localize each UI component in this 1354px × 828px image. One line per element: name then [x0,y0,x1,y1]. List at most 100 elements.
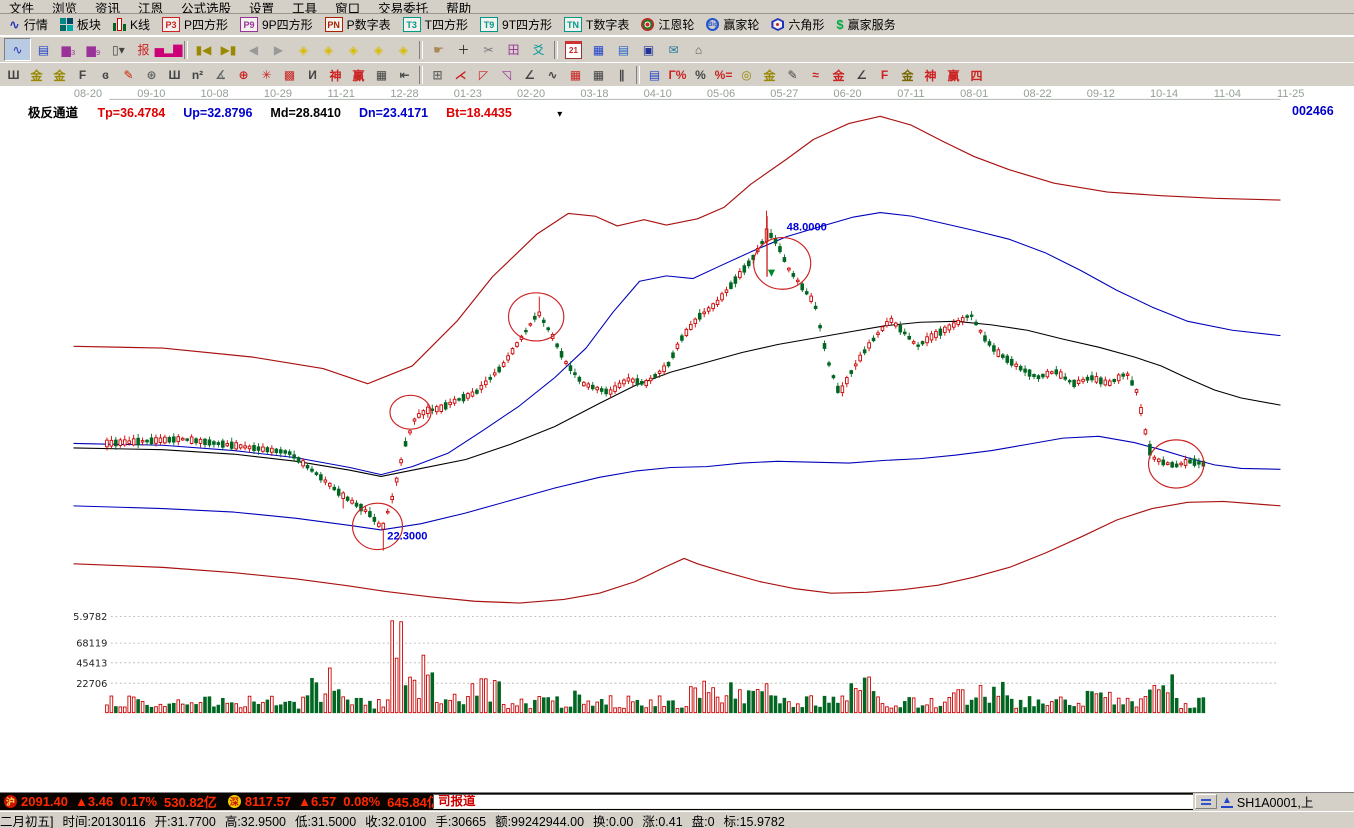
mail-button[interactable]: ✉ [661,39,686,60]
jump-swap-button[interactable]: ◈ [366,39,391,60]
percent-levels-button[interactable]: %= [712,65,735,85]
toolbar-button-winner-wheel[interactable]: Big赢家轮 [700,15,765,34]
fan-lines-button[interactable]: ⋌ [449,65,472,85]
parallel-lines-button[interactable]: ∥ [610,65,633,85]
volume-bar [725,696,728,713]
indicator-dropdown-icon[interactable]: ▾ [557,109,562,120]
toolbar-button-9t-square[interactable]: T99T四方形 [474,15,558,34]
gann-ruler-button[interactable]: Ш [2,65,25,85]
chart-panel[interactable]: 5.978268119454132270648.000022.3000 08-2… [0,86,1354,793]
cycle-circle-button[interactable]: ⊛ [140,65,163,85]
target-button[interactable]: ⊕ [232,65,255,85]
si-angle-button[interactable]: 四 [965,65,988,85]
toolbar-button-t-square[interactable]: T3T四方形 [397,15,474,34]
menu-item-1[interactable]: 浏览 [43,1,86,14]
gold-angle-button[interactable]: 金 [896,65,919,85]
first-page-button[interactable]: ▮◀ [191,39,216,60]
menu-item-6[interactable]: 工具 [283,1,326,14]
news-ticker[interactable]: 司报道 [433,794,1197,809]
web-button[interactable]: ✳ [255,65,278,85]
news-stamp-button[interactable]: 报 [131,39,156,60]
menu-item-9[interactable]: 帮助 [437,1,480,14]
hand-tool-button[interactable]: ☛ [426,39,451,60]
gold-circle-button[interactable]: ◎ [735,65,758,85]
stamp-tool-button[interactable]: 田 [501,39,526,60]
angle-lines-button[interactable]: ∠ [518,65,541,85]
prev-button[interactable]: ◀ [241,39,266,60]
index-selector-button[interactable] [1195,794,1217,809]
menu-item-5[interactable]: 设置 [240,1,283,14]
jump-all-button[interactable]: ◈ [391,39,416,60]
toolbar-button-p-number-table[interactable]: PNP数字表 [319,15,397,34]
wave-red-button[interactable]: ≈ [804,65,827,85]
shen-angle-button[interactable]: 神 [919,65,942,85]
grid-dark-button[interactable]: ▦ [587,65,610,85]
toolbar-button-gann-wheel[interactable]: 江恩轮 [635,15,700,34]
bars-9-button[interactable]: ▆₉ [81,39,106,60]
angle-j-button[interactable]: ∠ [850,65,873,85]
toolbar-button-t-number-table[interactable]: TNT数字表 [558,15,635,34]
menu-item-2[interactable]: 资讯 [86,1,129,14]
index-code-label[interactable]: SH1A0001,上 [1237,792,1313,811]
save-button[interactable]: ▣ [636,39,661,60]
toolbar-button-hexagon[interactable]: 六角形 [765,15,830,34]
calculator-button[interactable]: ▦ [586,39,611,60]
ying-angle-button[interactable]: 赢 [942,65,965,85]
wave-count-button[interactable]: И [301,65,324,85]
jump-right-button[interactable]: ◈ [316,39,341,60]
bars-3-button[interactable]: ▆₃ [56,39,81,60]
workstation-button[interactable]: ⌂ [686,39,711,60]
f-angle-button[interactable]: F [873,65,896,85]
number-grid-button[interactable]: ▦ [370,65,393,85]
analysis-button[interactable]: ∿ [4,38,31,61]
stats-panel-button[interactable]: ▤ [643,65,666,85]
gold-red-button[interactable]: 金 [827,65,850,85]
spiral-button[interactable]: ɞ [94,65,117,85]
histogram-button[interactable]: ▅▂▇ [156,39,181,60]
menu-item-0[interactable]: 文件 [0,1,43,14]
calendar-button[interactable]: 21 [561,39,586,60]
menu-item-7[interactable]: 窗口 [326,1,369,14]
toolbar-button-winner-service[interactable]: $赢家服务 [830,15,901,34]
toolbar-button-9p-square[interactable]: P99P四方形 [234,15,319,34]
box-tool-button[interactable]: ⊞ [426,65,449,85]
pen-button[interactable]: ✎ [117,65,140,85]
main-chart[interactable]: 5.978268119454132270648.000022.3000 [0,86,1354,792]
menu-item-3[interactable]: 江恩 [129,1,172,14]
percent-line-button[interactable]: Γ% [666,65,689,85]
gold-ruler-1-button[interactable]: 金 [25,65,48,85]
ying-tool-button[interactable]: 赢 [347,65,370,85]
fan-box-button[interactable]: ◸ [472,65,495,85]
fan-box-purple-button[interactable]: ◹ [495,65,518,85]
menu-item-4[interactable]: 公式选股 [172,1,240,14]
brush-button[interactable]: ✎ [781,65,804,85]
angle-tool-button[interactable]: ∡ [209,65,232,85]
menu-item-8[interactable]: 交易委托 [369,1,437,14]
jump-left-button[interactable]: ◈ [291,39,316,60]
gold-ruler-2-button[interactable]: 金 [48,65,71,85]
crosshair-tool-button[interactable]: ＋ [451,39,476,60]
grid-red-button[interactable]: ▦ [564,65,587,85]
jump-horizontal-button[interactable]: ◈ [341,39,366,60]
memo-button[interactable]: ▤ [611,39,636,60]
erase-tool-button[interactable]: ✂ [476,39,501,60]
red-grid-button[interactable]: ▩ [278,65,301,85]
candle-body [587,384,590,387]
toolbar-button-kline[interactable]: K线 [107,15,156,34]
f10-info-button[interactable]: ▤ [31,39,56,60]
toolbar-button-sectors[interactable]: 板块 [54,15,107,34]
pattern-tool-button[interactable]: 爻 [526,39,551,60]
wave-line-button[interactable]: ∿ [541,65,564,85]
span-arrows-button[interactable]: ⇤ [393,65,416,85]
n-square-button[interactable]: n² [186,65,209,85]
period-select-button[interactable]: ▯▾ [106,39,131,60]
shen-tool-button[interactable]: 神 [324,65,347,85]
toolbar-button-p-square[interactable]: P3P四方形 [156,15,234,34]
last-page-button[interactable]: ▶▮ [216,39,241,60]
percent-button[interactable]: % [689,65,712,85]
gold-levels-button[interactable]: 金 [758,65,781,85]
next-button[interactable]: ▶ [266,39,291,60]
comb-button[interactable]: Ш [163,65,186,85]
fib-ruler-button[interactable]: F [71,65,94,85]
toolbar-button-quote[interactable]: ∿行情 [3,15,54,34]
